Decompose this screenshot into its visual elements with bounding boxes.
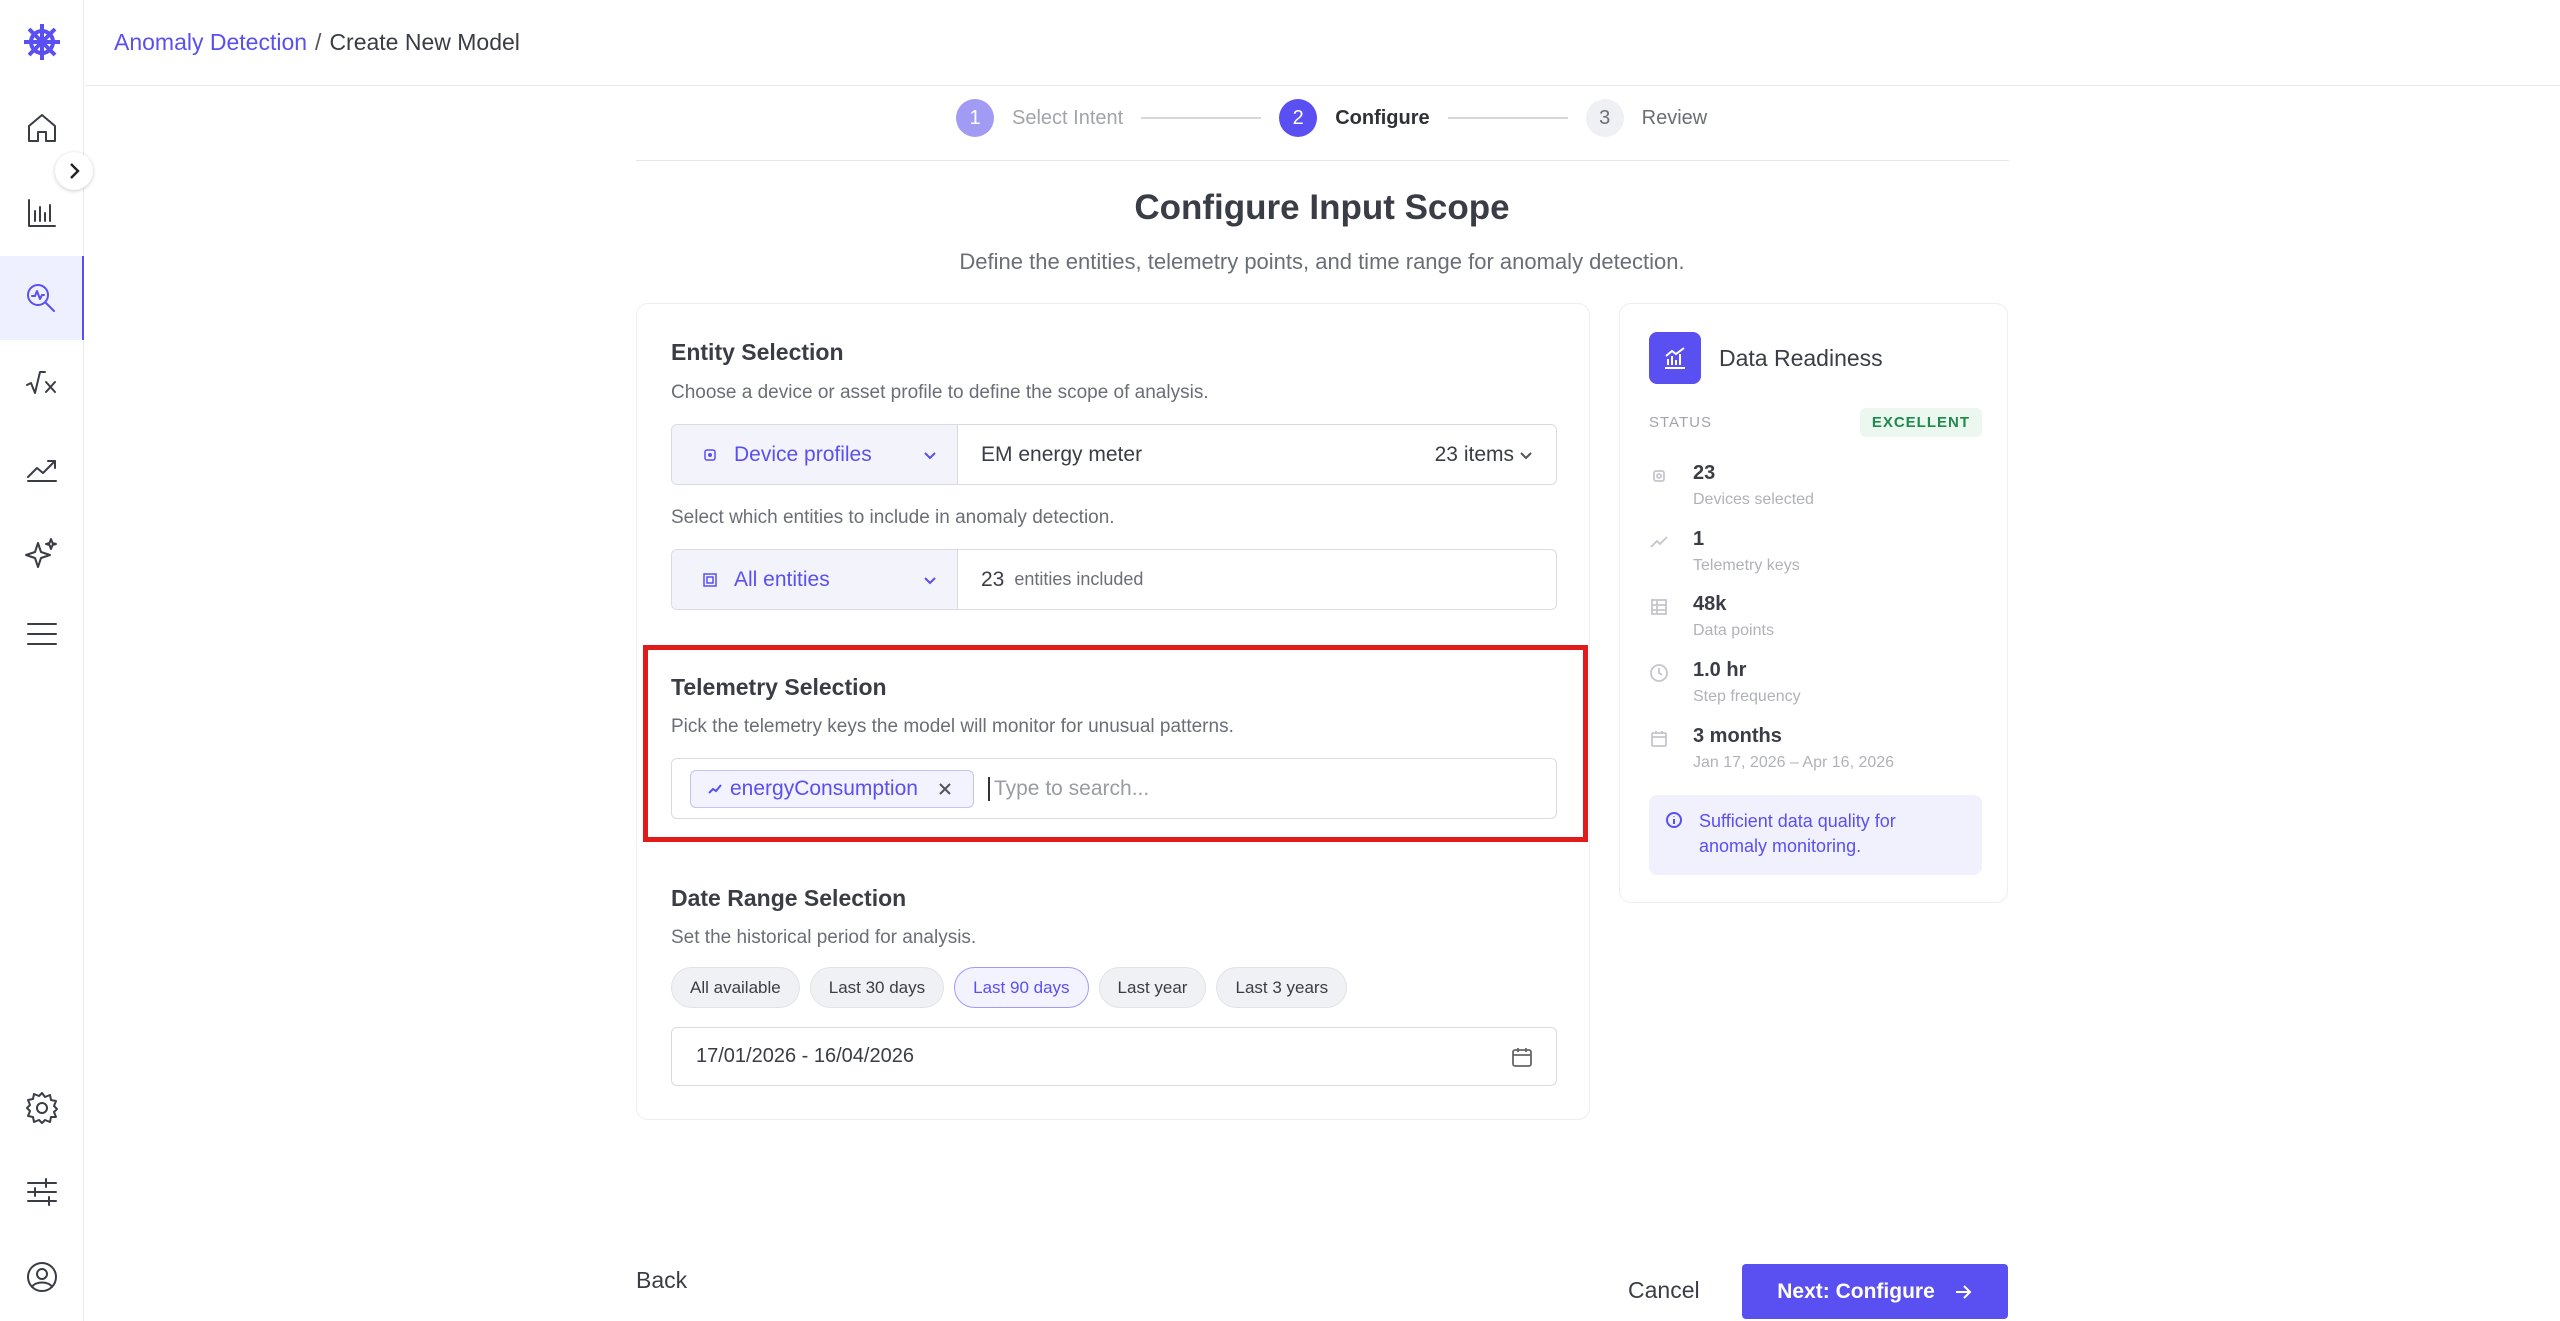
readiness-info-box: Sufficient data quality for anomaly moni… bbox=[1649, 795, 1982, 875]
chevron-down-icon bbox=[1520, 451, 1532, 459]
readiness-info-text: Sufficient data quality for anomaly moni… bbox=[1699, 811, 1896, 856]
status-badge: EXCELLENT bbox=[1859, 408, 1982, 437]
step-select-intent[interactable]: 1 Select Intent bbox=[956, 99, 1123, 137]
metric-value: 3 months bbox=[1693, 725, 1782, 747]
metric-value: 1.0 hr bbox=[1693, 659, 1747, 681]
metric-label: Step frequency bbox=[1693, 688, 1801, 705]
settings-icon[interactable] bbox=[0, 1066, 84, 1150]
profile-count: 23 items bbox=[1434, 442, 1514, 466]
entities-type-dropdown[interactable]: All entities bbox=[672, 550, 958, 609]
chevron-down-icon bbox=[924, 451, 936, 459]
data-readiness-card: Data Readiness STATUS EXCELLENT 23 Devic… bbox=[1619, 303, 2008, 903]
clock-icon bbox=[1650, 664, 1668, 682]
page-subtitle: Define the entities, telemetry points, a… bbox=[959, 249, 1685, 274]
date-range-desc: Set the historical period for analysis. bbox=[671, 927, 977, 948]
entity-include-desc: Select which entities to include in anom… bbox=[671, 507, 1115, 528]
step-label: Configure bbox=[1335, 106, 1430, 129]
trend-line-icon[interactable] bbox=[0, 426, 84, 510]
back-button[interactable]: Back bbox=[636, 1267, 687, 1294]
preset-last-30-days[interactable]: Last 30 days bbox=[809, 967, 945, 1008]
entity-selection-title: Entity Selection bbox=[671, 339, 844, 365]
sparkle-icon[interactable] bbox=[0, 511, 84, 595]
entities-selector: All entities 23 entities included bbox=[671, 549, 1557, 610]
metric-label: Data points bbox=[1693, 622, 1774, 639]
sliders-icon[interactable] bbox=[0, 1150, 84, 1234]
formula-icon[interactable] bbox=[0, 341, 84, 425]
profile-selector: Device profiles EM energy meter 23 items bbox=[671, 424, 1557, 485]
page-title: Configure Input Scope bbox=[1134, 188, 1510, 227]
step-label: Select Intent bbox=[1012, 106, 1124, 129]
entities-suffix: entities included bbox=[1014, 569, 1144, 589]
step-connector bbox=[1447, 117, 1568, 119]
metric-value: 1 bbox=[1693, 528, 1705, 550]
date-range-value: 17/01/2026 - 16/04/2026 bbox=[696, 1045, 914, 1067]
calendar-icon bbox=[1651, 731, 1667, 747]
next-button-label: Next: Configure bbox=[1777, 1279, 1935, 1303]
expand-sidebar-button[interactable] bbox=[55, 152, 93, 190]
next-configure-button[interactable]: Next: Configure bbox=[1742, 1264, 2008, 1319]
metric-value: 23 bbox=[1693, 462, 1716, 484]
user-profile-icon[interactable] bbox=[0, 1235, 84, 1319]
calendar-icon[interactable] bbox=[1510, 1045, 1534, 1069]
entities-count-field[interactable]: 23 entities included bbox=[958, 550, 1556, 609]
profile-value-select[interactable]: EM energy meter 23 items bbox=[958, 425, 1556, 484]
cancel-button[interactable]: Cancel bbox=[1628, 1277, 1700, 1304]
info-icon bbox=[1666, 812, 1682, 828]
step-number: 1 bbox=[956, 99, 994, 137]
entities-count: 23 bbox=[981, 567, 1005, 591]
preset-all-available[interactable]: All available bbox=[671, 967, 800, 1008]
date-range-title: Date Range Selection bbox=[671, 885, 907, 911]
chevron-right-icon bbox=[70, 163, 80, 179]
metric-value: 48k bbox=[1693, 593, 1727, 615]
step-number: 3 bbox=[1585, 99, 1624, 137]
step-review[interactable]: 3 Review bbox=[1585, 99, 1708, 137]
profile-value: EM energy meter bbox=[981, 442, 1143, 466]
metric-telemetry-keys: 1 Telemetry keys bbox=[1649, 528, 1800, 575]
step-number: 2 bbox=[1279, 99, 1318, 137]
metric-data-points: 48k Data points bbox=[1649, 593, 1774, 640]
chevron-down-icon bbox=[924, 576, 936, 584]
menu-icon[interactable] bbox=[0, 592, 84, 676]
metric-date-span: 3 months Jan 17, 2026 – Apr 16, 2026 bbox=[1649, 725, 1894, 772]
trend-icon bbox=[1650, 536, 1668, 548]
chip-icon bbox=[1653, 470, 1665, 482]
readiness-chart-icon bbox=[1649, 332, 1701, 384]
step-label: Review bbox=[1641, 106, 1708, 129]
breadcrumb-separator: / bbox=[315, 29, 322, 55]
metric-devices: 23 Devices selected bbox=[1649, 462, 1814, 509]
app-logo-icon[interactable] bbox=[20, 20, 64, 64]
metric-label: Jan 17, 2026 – Apr 16, 2026 bbox=[1693, 754, 1895, 771]
stepper-divider bbox=[636, 160, 2009, 161]
date-range-field[interactable]: 17/01/2026 - 16/04/2026 bbox=[671, 1027, 1557, 1086]
wizard-stepper: 1 Select Intent 2 Configure 3 Review bbox=[956, 96, 1707, 140]
entities-type-label: All entities bbox=[734, 567, 830, 591]
breadcrumb-current: Create New Model bbox=[329, 29, 520, 55]
profile-type-label: Device profiles bbox=[734, 442, 872, 466]
arrow-right-icon bbox=[1955, 1284, 1972, 1299]
date-preset-group: All available Last 30 days Last 90 days … bbox=[671, 967, 1348, 1008]
metric-step-frequency: 1.0 hr Step frequency bbox=[1649, 659, 1801, 706]
step-connector bbox=[1141, 117, 1262, 119]
status-label: STATUS bbox=[1649, 414, 1712, 431]
entity-selection-desc: Choose a device or asset profile to defi… bbox=[671, 382, 1209, 403]
breadcrumb: Anomaly Detection / Create New Model bbox=[85, 0, 2560, 86]
step-configure[interactable]: 2 Configure bbox=[1279, 99, 1430, 137]
preset-last-90-days[interactable]: Last 90 days bbox=[954, 967, 1089, 1008]
readiness-title: Data Readiness bbox=[1719, 344, 1883, 371]
preset-last-year[interactable]: Last year bbox=[1098, 967, 1207, 1008]
metric-label: Telemetry keys bbox=[1693, 557, 1800, 574]
entities-icon bbox=[703, 572, 717, 587]
metric-label: Devices selected bbox=[1693, 491, 1814, 508]
grid-icon bbox=[1651, 599, 1667, 615]
chip-icon bbox=[704, 448, 716, 461]
breadcrumb-link-anomaly-detection[interactable]: Anomaly Detection bbox=[114, 29, 307, 56]
preset-last-3-years[interactable]: Last 3 years bbox=[1216, 967, 1348, 1008]
telemetry-highlight-box bbox=[643, 645, 1588, 842]
profile-type-dropdown[interactable]: Device profiles bbox=[672, 425, 958, 484]
